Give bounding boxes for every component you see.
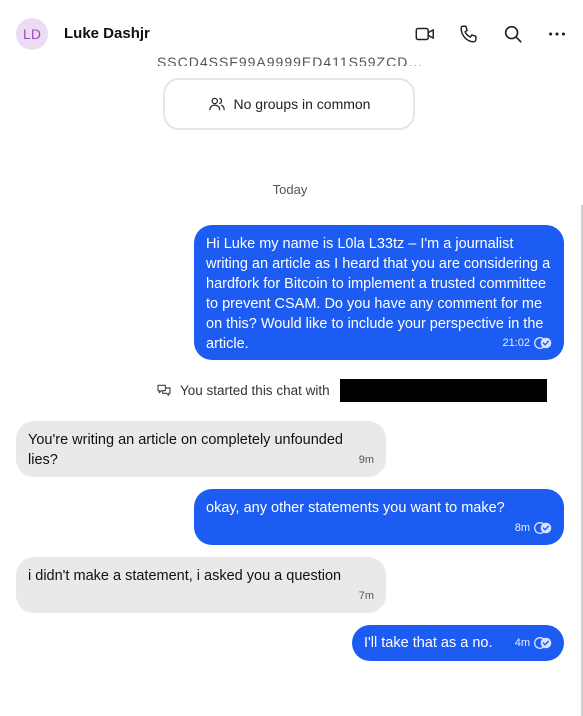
message-time: 21:02 [502, 337, 530, 349]
message-meta: 9m [359, 450, 374, 470]
message-bubble-incoming[interactable]: i didn't make a statement, i asked you a… [16, 557, 386, 613]
contact-safety-number-cutoff: SSCD4SSF99A9999ED411S59ZCD... [156, 54, 424, 66]
message-bubble-incoming[interactable]: You're writing an article on completely … [16, 421, 386, 477]
date-separator: Today [272, 182, 308, 197]
message-time: 8m [514, 522, 530, 534]
video-call-icon[interactable] [413, 22, 437, 46]
message-bubble-outgoing[interactable]: I'll take that as a no. 4m [352, 625, 564, 661]
groups-label: No groups in common [233, 96, 371, 112]
search-icon[interactable] [501, 22, 525, 46]
more-options-icon[interactable] [545, 22, 569, 46]
phone-call-icon[interactable] [457, 22, 481, 46]
message-meta: 8m [515, 518, 552, 538]
message-time: 4m [514, 637, 530, 649]
chat-bubbles-icon [157, 384, 171, 396]
message-time: 7m [358, 590, 374, 602]
message-meta: 21:02 [502, 333, 552, 353]
system-message-text: You started this chat with [180, 382, 330, 398]
read-receipt-icon [534, 637, 552, 649]
group-icon [208, 97, 225, 111]
read-receipt-icon [534, 337, 552, 349]
message-text: Hi Luke my name is L0la L33tz – I'm a jo… [206, 236, 551, 352]
message-text: You're writing an article on completely … [28, 432, 343, 468]
message-bubble-outgoing[interactable]: Hi Luke my name is L0la L33tz – I'm a jo… [194, 225, 564, 360]
message-meta: 7m [359, 586, 374, 606]
avatar[interactable]: LD [16, 18, 48, 50]
contact-name[interactable]: Luke Dashjr [64, 25, 150, 42]
read-receipt-icon [534, 522, 552, 534]
message-time: 9m [358, 454, 374, 466]
message-bubble-outgoing[interactable]: okay, any other statements you want to m… [194, 489, 564, 545]
groups-in-common-box: No groups in common [163, 78, 415, 130]
redacted-block [340, 379, 547, 402]
avatar-initials: LD [23, 26, 41, 42]
message-text: okay, any other statements you want to m… [206, 500, 505, 516]
message-text: i didn't make a statement, i asked you a… [28, 568, 342, 584]
message-meta: 4m [515, 633, 552, 653]
chat-started-notice: You started this chat with [156, 382, 330, 398]
